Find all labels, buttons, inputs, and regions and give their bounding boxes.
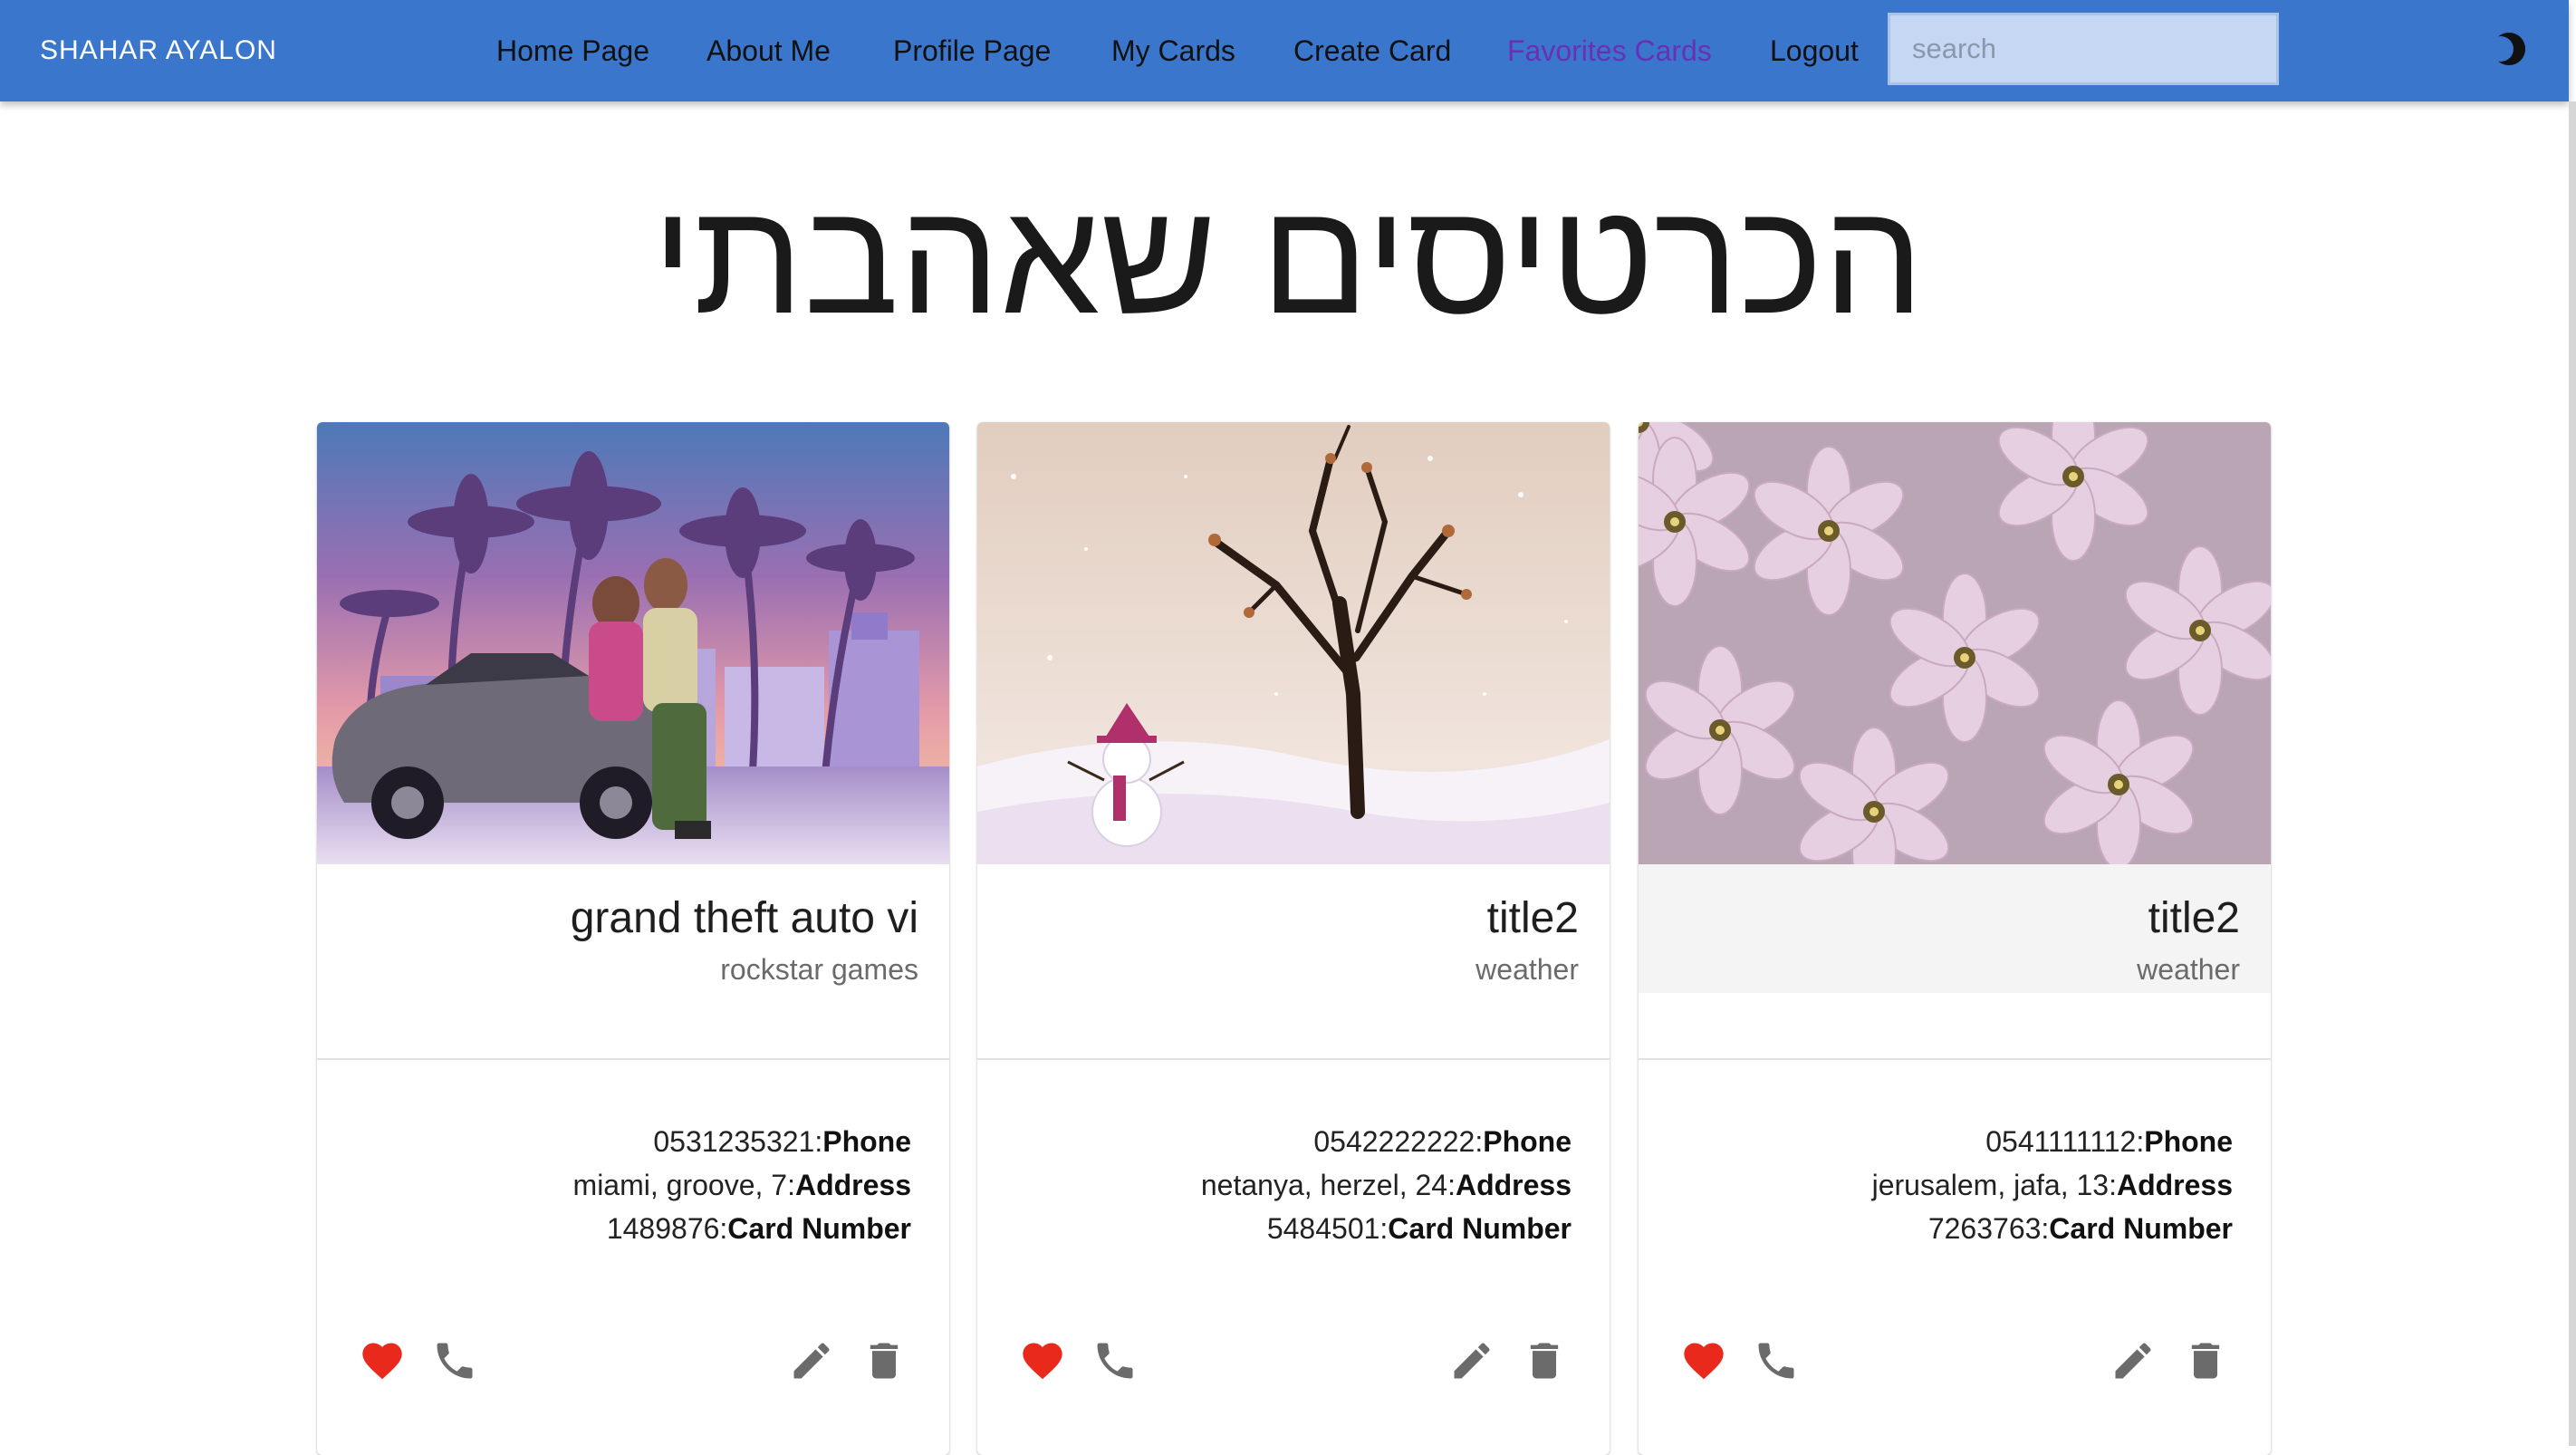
delete-icon[interactable] bbox=[1521, 1337, 1568, 1384]
navbar: SHAHAR AYALON Home Page About Me Profile… bbox=[0, 0, 2569, 101]
edit-icon[interactable] bbox=[2110, 1337, 2157, 1384]
nav-link-create-card[interactable]: Create Card bbox=[1293, 0, 1451, 101]
phone-label: Phone bbox=[2144, 1125, 2233, 1158]
page-title: הכרטיסים שאהבתי bbox=[651, 169, 1925, 347]
phone-value: 0542222222: bbox=[1313, 1125, 1484, 1158]
phone-label: Phone bbox=[1483, 1125, 1572, 1158]
card-subtitle: weather bbox=[2137, 953, 2240, 986]
address-value: miami, groove, 7: bbox=[572, 1169, 795, 1201]
delete-icon[interactable] bbox=[2182, 1337, 2229, 1384]
card-address: miami, groove, 7:Address bbox=[573, 1169, 911, 1202]
card-number-value: 1489876: bbox=[606, 1212, 728, 1245]
delete-icon[interactable] bbox=[860, 1337, 908, 1384]
heart-icon[interactable] bbox=[359, 1337, 406, 1384]
brand-name[interactable]: SHAHAR AYALON bbox=[40, 0, 277, 101]
card-number-value: 5484501: bbox=[1266, 1212, 1389, 1245]
business-card: title2 weather 0541111112:Phone jerusale… bbox=[1639, 422, 2271, 1455]
nav-link-home-page[interactable]: Home Page bbox=[496, 0, 649, 101]
heart-icon[interactable] bbox=[1019, 1337, 1066, 1384]
card-number-label: Card Number bbox=[2049, 1212, 2233, 1245]
nav-link-my-cards[interactable]: My Cards bbox=[1111, 0, 1235, 101]
business-card: grand theft auto vi rockstar games 05312… bbox=[317, 422, 949, 1455]
card-divider bbox=[977, 1058, 1610, 1060]
edit-icon[interactable] bbox=[1448, 1337, 1495, 1384]
card-image[interactable] bbox=[1639, 422, 2271, 864]
phone-label: Phone bbox=[822, 1125, 911, 1158]
card-subtitle: rockstar games bbox=[720, 953, 918, 986]
card-image[interactable] bbox=[977, 422, 1610, 864]
business-card: title2 weather 0542222222:Phone netanya,… bbox=[977, 422, 1610, 1455]
search-input[interactable] bbox=[1888, 13, 2279, 85]
card-phone: 0531235321:Phone bbox=[653, 1125, 911, 1159]
card-number: 5484501:Card Number bbox=[1267, 1212, 1572, 1246]
nav-link-logout[interactable]: Logout bbox=[1770, 0, 1859, 101]
card-title: title2 bbox=[2148, 894, 2240, 942]
address-label: Address bbox=[1455, 1169, 1572, 1201]
card-title: grand theft auto vi bbox=[570, 894, 918, 942]
card-number-label: Card Number bbox=[1388, 1212, 1572, 1245]
nav-link-about-me[interactable]: About Me bbox=[706, 0, 831, 101]
nav-link-profile-page[interactable]: Profile Page bbox=[893, 0, 1051, 101]
address-value: jerusalem, jafa, 13: bbox=[1871, 1169, 2117, 1201]
card-divider bbox=[317, 1058, 949, 1060]
card-number-value: 7263763: bbox=[1927, 1212, 2050, 1245]
phone-value: 0541111112: bbox=[1985, 1125, 2145, 1158]
address-label: Address bbox=[794, 1169, 911, 1201]
card-address: jerusalem, jafa, 13:Address bbox=[1872, 1169, 2233, 1202]
card-phone: 0542222222:Phone bbox=[1313, 1125, 1572, 1159]
heart-icon[interactable] bbox=[1680, 1337, 1727, 1384]
address-value: netanya, herzel, 24: bbox=[1200, 1169, 1456, 1201]
card-number-label: Card Number bbox=[727, 1212, 911, 1245]
nav-link-favorites-cards[interactable]: Favorites Cards bbox=[1507, 0, 1712, 101]
card-address: netanya, herzel, 24:Address bbox=[1201, 1169, 1572, 1202]
edit-icon[interactable] bbox=[788, 1337, 835, 1384]
card-subtitle: weather bbox=[1475, 953, 1579, 986]
phone-icon[interactable] bbox=[431, 1337, 478, 1384]
moon-icon[interactable] bbox=[2488, 29, 2529, 69]
phone-icon[interactable] bbox=[1091, 1337, 1139, 1384]
card-divider bbox=[1639, 1058, 2271, 1060]
card-phone: 0541111112:Phone bbox=[1985, 1125, 2233, 1159]
card-image[interactable] bbox=[317, 422, 949, 864]
address-label: Address bbox=[2116, 1169, 2233, 1201]
card-title: title2 bbox=[1486, 894, 1579, 942]
phone-icon[interactable] bbox=[1753, 1337, 1800, 1384]
phone-value: 0531235321: bbox=[653, 1125, 823, 1158]
card-number: 7263763:Card Number bbox=[1928, 1212, 2233, 1246]
card-number: 1489876:Card Number bbox=[607, 1212, 911, 1246]
